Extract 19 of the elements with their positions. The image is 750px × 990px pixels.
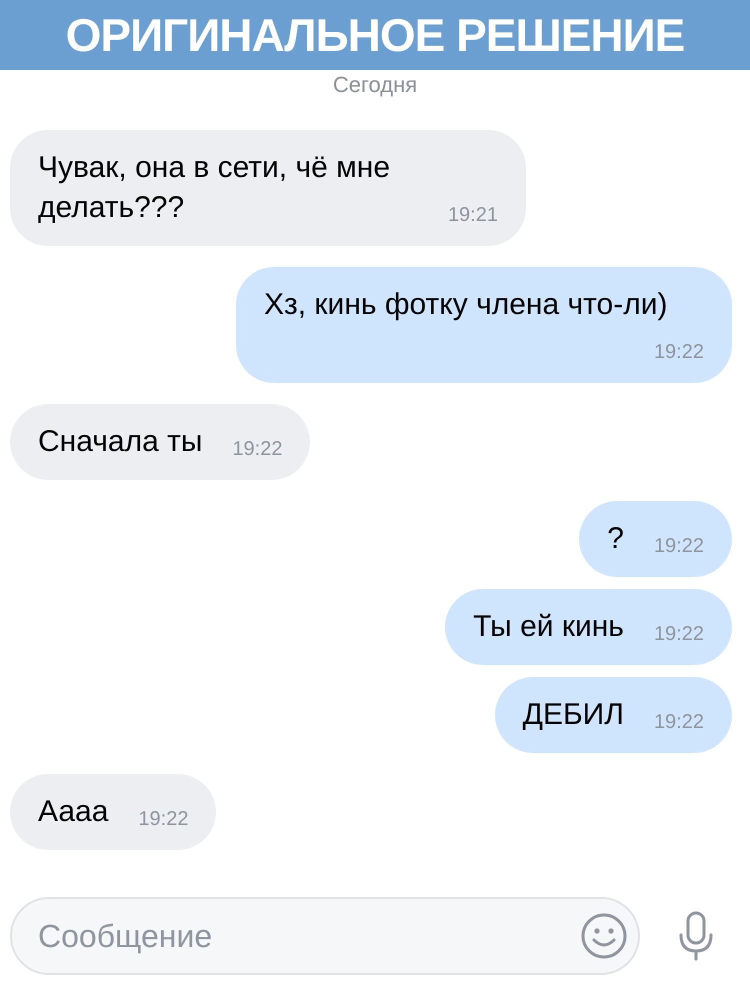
smiley-icon[interactable]	[580, 912, 628, 960]
message-time: 19:21	[448, 203, 498, 228]
message-text: Сначала ты	[38, 425, 202, 458]
message-time: 19:22	[138, 807, 188, 832]
message-time: 19:22	[654, 534, 704, 559]
message-field[interactable]: Сообщение	[10, 897, 640, 975]
message-text: ?	[607, 522, 624, 555]
message-time: 19:22	[654, 710, 704, 735]
date-label: Сегодня	[332, 71, 418, 99]
message-time: 19:22	[232, 437, 282, 462]
banner-title: ОРИГИНАЛЬНОЕ РЕШЕНИЕ	[66, 12, 684, 58]
message-text: Ты ей кинь	[473, 610, 624, 643]
microphone-icon[interactable]	[678, 911, 714, 961]
message-text: Аааа	[38, 795, 108, 828]
message-time: 19:22	[654, 622, 704, 647]
message-text: Хз, кинь фотку члена что-ли)	[264, 288, 668, 321]
message-time: 19:22	[654, 340, 704, 365]
message-text: Чувак, она в сети, чё мне делать???	[38, 151, 390, 224]
message-text: ДЕБИЛ	[522, 698, 624, 731]
